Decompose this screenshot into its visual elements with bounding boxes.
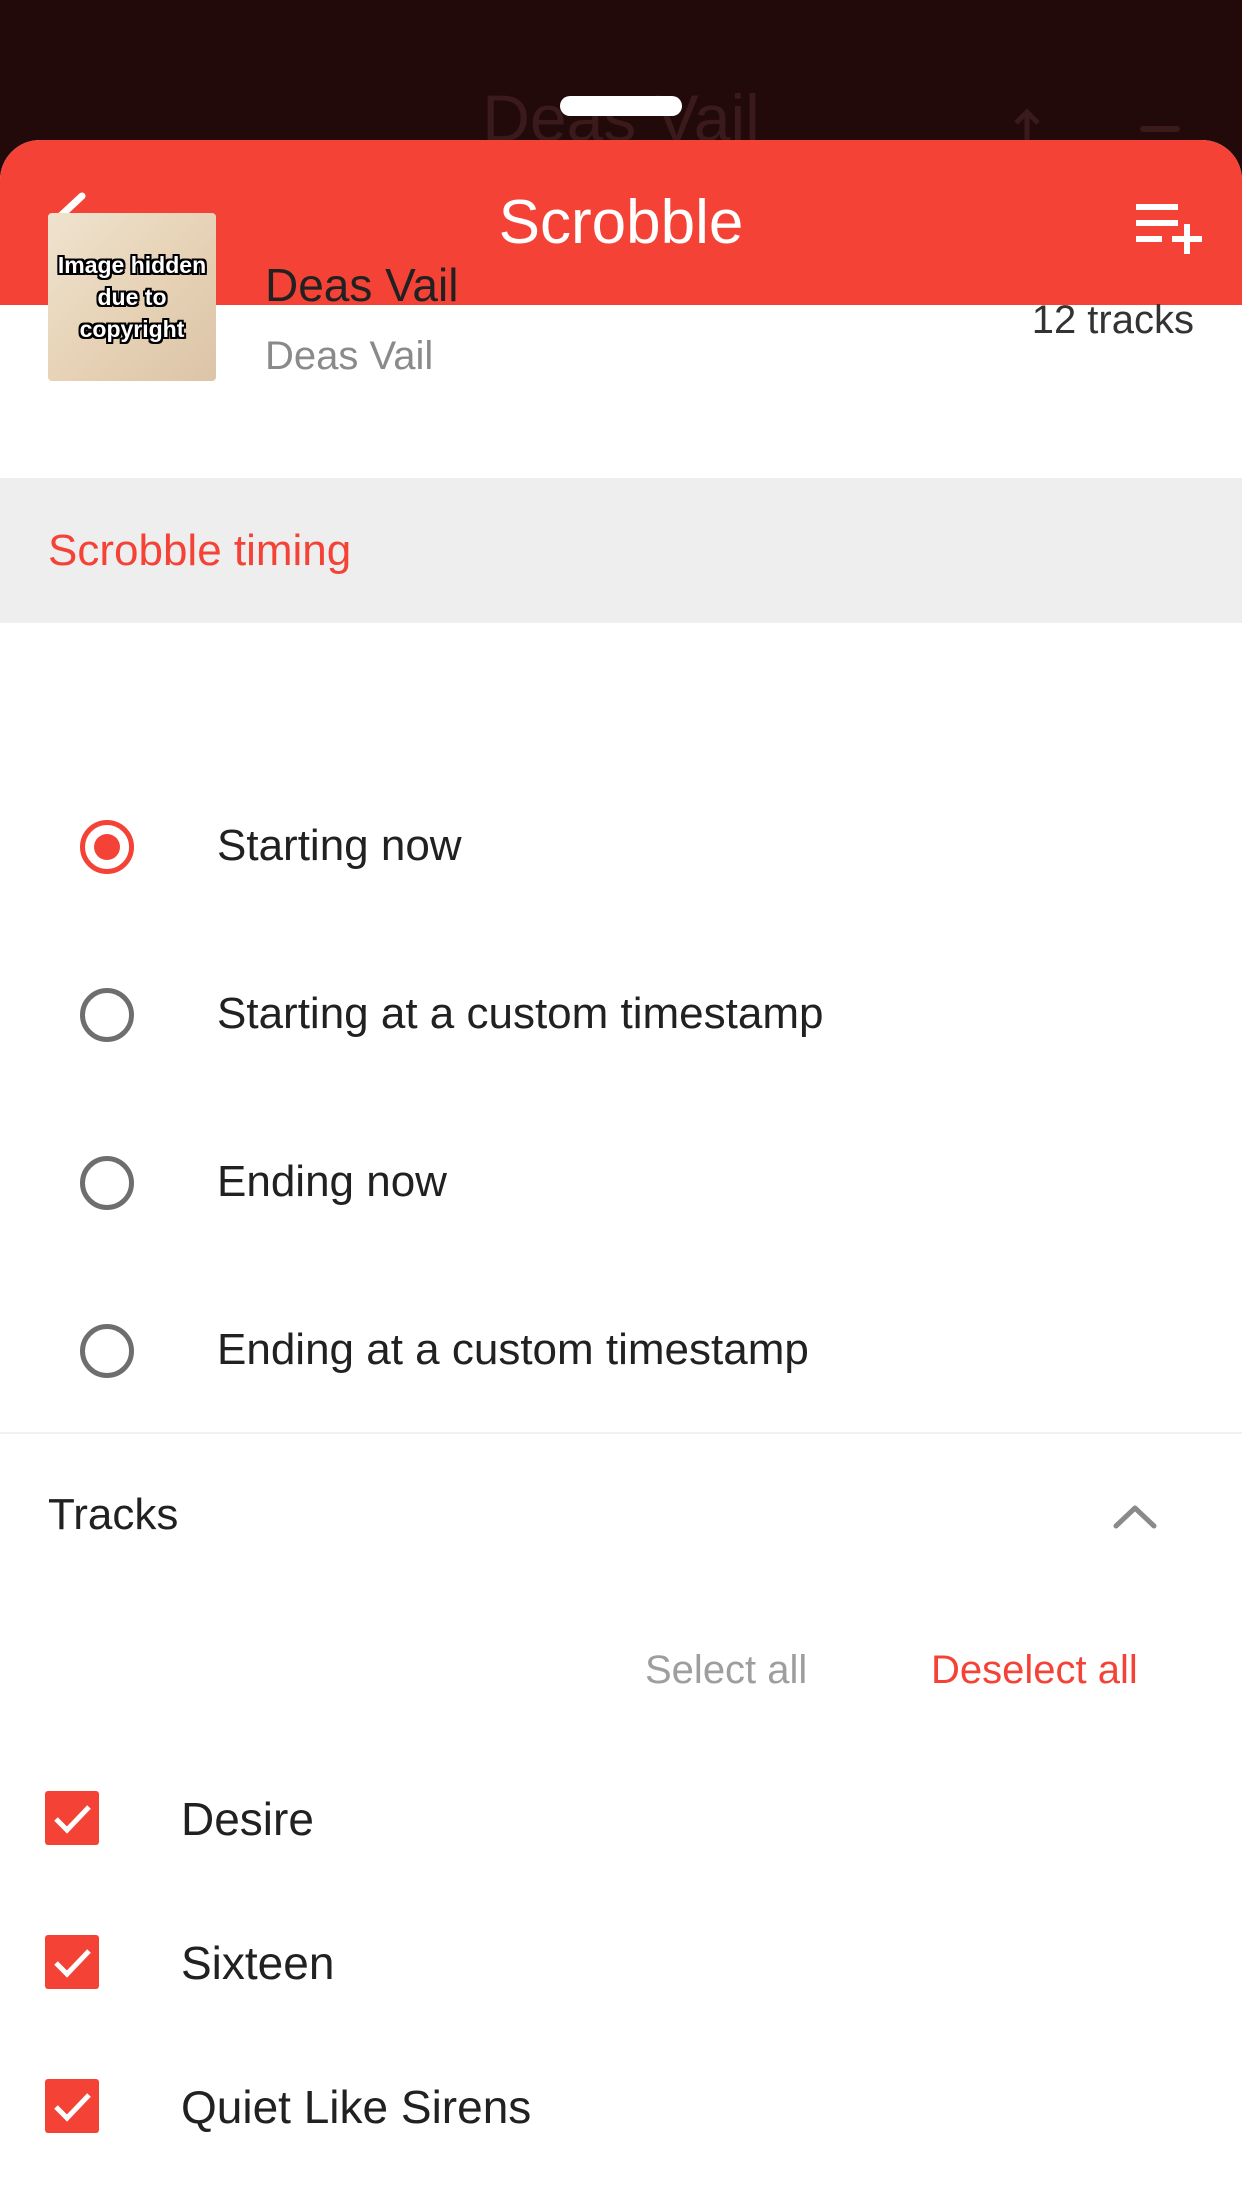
- timing-option-starting-now[interactable]: Starting now: [0, 763, 1242, 931]
- checkmark-icon: [54, 1949, 91, 1978]
- timing-option-label: Ending now: [217, 1157, 447, 1206]
- radio-button[interactable]: [80, 1324, 134, 1378]
- timing-option-ending-custom[interactable]: Ending at a custom timestamp: [0, 1267, 1242, 1435]
- timing-option-label: Ending at a custom timestamp: [217, 1325, 809, 1374]
- tracks-heading[interactable]: Tracks: [48, 1490, 178, 1540]
- playlist-add-icon[interactable]: [1134, 198, 1206, 254]
- track-title: Desire: [181, 1793, 314, 1845]
- checkmark-icon: [54, 1805, 91, 1834]
- timing-option-label: Starting at a custom timestamp: [217, 989, 824, 1038]
- radio-button[interactable]: [80, 988, 134, 1042]
- sheet-drag-handle[interactable]: [560, 96, 682, 116]
- album-artwork: Image hidden due to copyright: [48, 213, 216, 381]
- album-title: Deas Vail: [265, 259, 459, 311]
- album-artist: Deas Vail: [265, 334, 434, 378]
- track-checkbox[interactable]: [45, 2079, 99, 2133]
- radio-button-selected[interactable]: [80, 820, 134, 874]
- scrobble-timing-section: Scrobble timing: [0, 478, 1242, 623]
- section-title: Scrobble timing: [48, 526, 352, 575]
- track-checkbox[interactable]: [45, 1791, 99, 1845]
- album-artwork-placeholder-text: Image hidden due to copyright: [57, 252, 207, 342]
- radio-button[interactable]: [80, 1156, 134, 1210]
- track-count: 12 tracks: [1031, 298, 1194, 342]
- minus-icon: [1140, 126, 1180, 132]
- chevron-up-icon[interactable]: [1110, 1496, 1160, 1536]
- track-title: Sixteen: [181, 1937, 335, 1989]
- track-checkbox[interactable]: [45, 1935, 99, 1989]
- deselect-all-button[interactable]: Deselect all: [931, 1648, 1138, 1693]
- checkmark-icon: [54, 2093, 91, 2122]
- timing-option-ending-now[interactable]: Ending now: [0, 1099, 1242, 1267]
- track-title: Quiet Like Sirens: [181, 2081, 532, 2133]
- select-all-button[interactable]: Select all: [645, 1648, 807, 1693]
- timing-option-label: Starting now: [217, 821, 462, 870]
- divider: [0, 1432, 1242, 1434]
- timing-option-starting-custom[interactable]: Starting at a custom timestamp: [0, 931, 1242, 1099]
